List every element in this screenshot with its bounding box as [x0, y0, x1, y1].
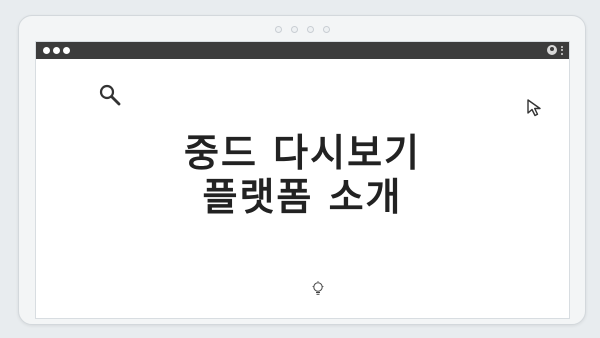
title-bar	[36, 42, 569, 59]
camera-dots	[19, 26, 585, 33]
close-button[interactable]	[43, 47, 50, 54]
lightbulb-icon	[312, 281, 324, 295]
camera-dot	[322, 26, 330, 33]
camera-dot	[290, 26, 298, 33]
camera-dot	[306, 26, 314, 33]
page-content: 중드 다시보기 플랫폼 소개	[36, 59, 569, 318]
kebab-menu-icon[interactable]	[561, 45, 563, 55]
headline-line-1: 중드 다시보기	[184, 131, 421, 175]
maximize-button[interactable]	[63, 47, 70, 54]
camera-dot	[274, 26, 282, 33]
headline-line-2: 플랫폼 소개	[202, 175, 403, 219]
profile-icon[interactable]	[547, 45, 557, 55]
cursor-arrow-icon	[527, 99, 541, 117]
minimize-button[interactable]	[53, 47, 60, 54]
titlebar-actions	[547, 45, 563, 55]
window-controls	[43, 47, 70, 54]
browser-window: 중드 다시보기 플랫폼 소개	[35, 41, 570, 319]
device-frame: 중드 다시보기 플랫폼 소개	[18, 15, 586, 325]
search-icon	[99, 84, 121, 106]
